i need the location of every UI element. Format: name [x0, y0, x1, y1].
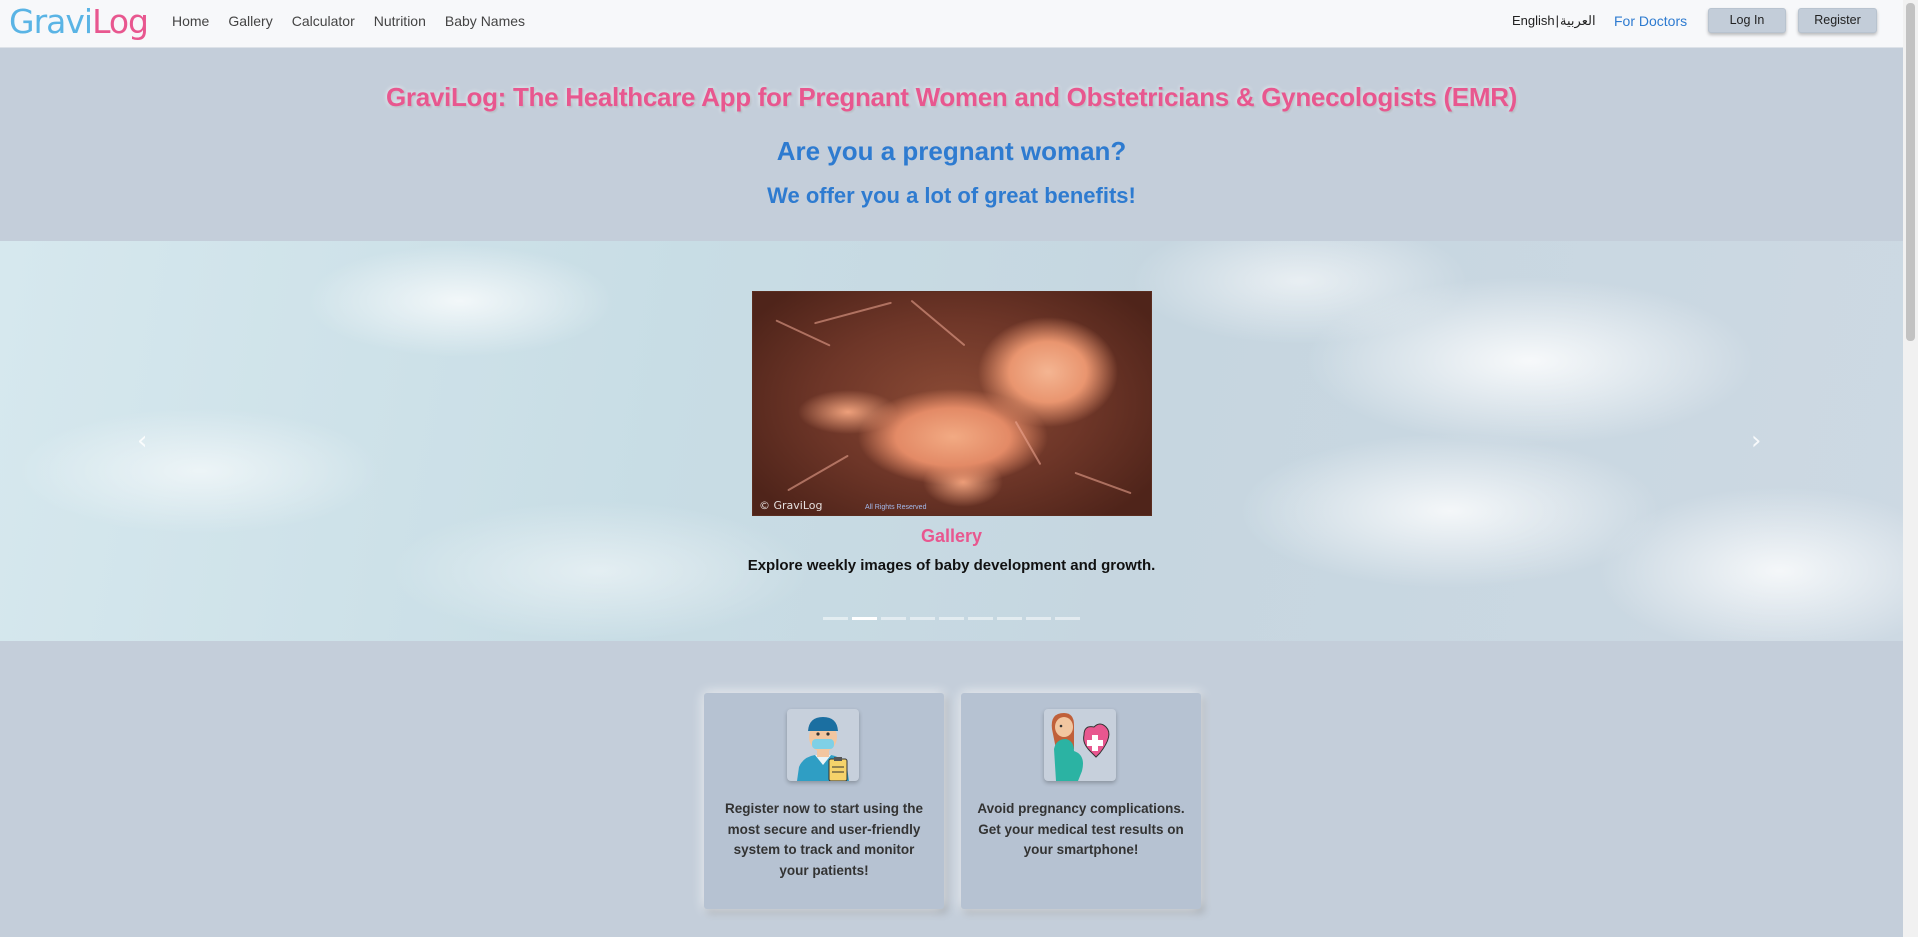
slide-description: Explore weekly images of baby developmen… — [747, 557, 1156, 574]
carousel-indicator[interactable] — [939, 617, 964, 620]
lang-arabic[interactable]: العربية — [1560, 13, 1596, 28]
gravilog-logo[interactable]: GraviLog — [9, 2, 149, 42]
nav-baby-names[interactable]: Baby Names — [445, 13, 525, 29]
carousel-indicator-active[interactable] — [852, 617, 877, 620]
carousel-indicator[interactable] — [1055, 617, 1080, 620]
logo-text-part1: Gravi — [9, 2, 93, 41]
carousel-indicator[interactable] — [968, 617, 993, 620]
benefits-section: Register now to start using the most sec… — [0, 641, 1903, 937]
pregnant-woman-heart-icon — [1044, 709, 1116, 781]
carousel: ‹ › © GraviLog All Rights Reserved Galle… — [0, 241, 1903, 641]
baby-development-image: © GraviLog All Rights Reserved — [752, 291, 1152, 516]
navbar: GraviLog Home Gallery Calculator Nutriti… — [0, 0, 1903, 48]
main-nav: Home Gallery Calculator Nutrition Baby N… — [172, 13, 544, 29]
carousel-indicator[interactable] — [997, 617, 1022, 620]
hero-subtitle: We offer you a lot of great benefits! — [767, 183, 1136, 208]
image-watermark: © GraviLog — [759, 499, 823, 512]
nav-calculator[interactable]: Calculator — [292, 13, 355, 29]
carousel-indicator[interactable] — [910, 617, 935, 620]
doctor-card[interactable]: Register now to start using the most sec… — [704, 693, 944, 909]
scrollbar-thumb[interactable] — [1906, 3, 1915, 341]
for-doctors-link[interactable]: For Doctors — [1614, 13, 1687, 29]
login-button[interactable]: Log In — [1708, 8, 1786, 33]
logo-text-part2: Log — [92, 2, 149, 41]
hero-title: GraviLog: The Healthcare App for Pregnan… — [385, 82, 1518, 112]
slide-title: Gallery — [920, 526, 983, 546]
doctor-icon — [787, 709, 859, 781]
hero-section: GraviLog: The Healthcare App for Pregnan… — [0, 48, 1903, 241]
nav-nutrition[interactable]: Nutrition — [374, 13, 426, 29]
register-button[interactable]: Register — [1798, 8, 1877, 33]
lang-separator: | — [1555, 13, 1560, 28]
doctor-card-text: Register now to start using the most sec… — [724, 801, 924, 878]
chevron-right-icon[interactable]: › — [1751, 428, 1761, 454]
lang-english[interactable]: English — [1512, 13, 1555, 28]
nav-gallery[interactable]: Gallery — [228, 13, 272, 29]
page-scrollbar[interactable] — [1903, 0, 1918, 937]
pregnant-woman-card-text: Avoid pregnancy complications. Get your … — [977, 801, 1185, 857]
chevron-left-icon[interactable]: ‹ — [137, 428, 147, 454]
pregnant-woman-card[interactable]: Avoid pregnancy complications. Get your … — [961, 693, 1201, 909]
carousel-indicator[interactable] — [1026, 617, 1051, 620]
carousel-indicator[interactable] — [881, 617, 906, 620]
language-switcher: English|العربية — [1512, 13, 1596, 29]
carousel-indicator[interactable] — [823, 617, 848, 620]
hero-question: Are you a pregnant woman? — [776, 136, 1127, 166]
nav-home[interactable]: Home — [172, 13, 209, 29]
image-rights: All Rights Reserved — [865, 504, 927, 511]
carousel-indicators — [823, 617, 1080, 620]
